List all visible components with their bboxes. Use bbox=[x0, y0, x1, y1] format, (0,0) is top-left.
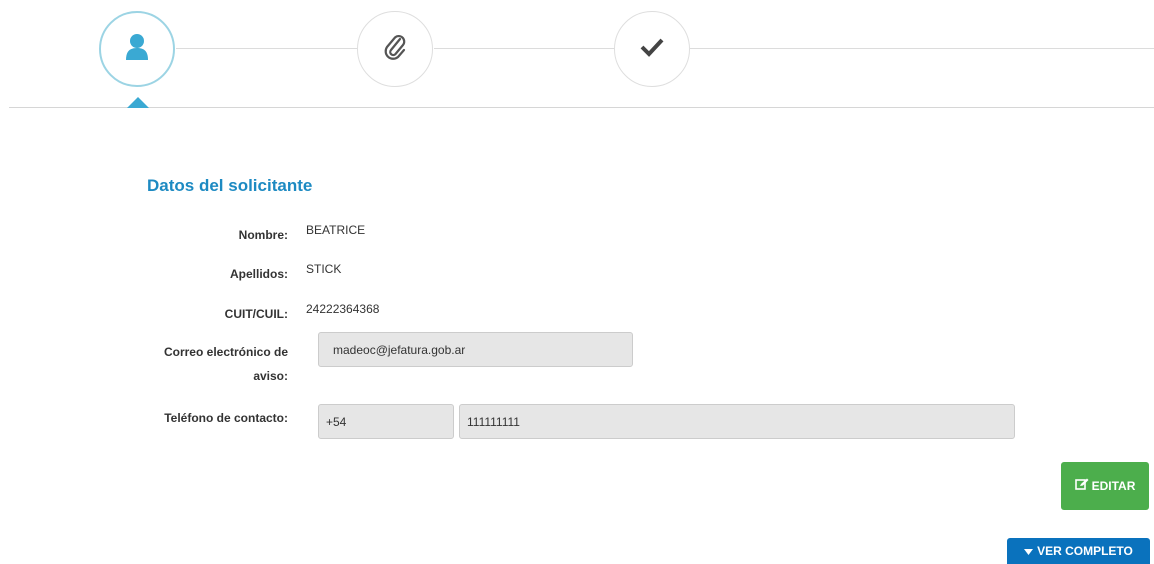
apellidos-label: Apellidos: bbox=[229, 267, 288, 281]
edit-button-label: EDITAR bbox=[1091, 479, 1136, 493]
step-confirmation[interactable] bbox=[614, 11, 690, 87]
correo-label-line2: aviso: bbox=[253, 369, 288, 383]
apellidos-value: STICK bbox=[306, 262, 342, 276]
progress-stepper bbox=[0, 0, 1154, 120]
correo-label: Correo electrónico de aviso: bbox=[100, 342, 288, 386]
checkmark-icon bbox=[640, 37, 664, 62]
stepper-baseline bbox=[9, 107, 1154, 108]
step-connector bbox=[176, 48, 358, 49]
nombre-label: Nombre: bbox=[238, 228, 288, 242]
correo-label-line1: Correo electrónico de bbox=[163, 345, 288, 359]
step-attachments[interactable] bbox=[357, 11, 433, 87]
edit-icon bbox=[1074, 478, 1089, 494]
active-step-pointer bbox=[127, 97, 149, 108]
ver-completo-button[interactable]: VER COMPLETO bbox=[1007, 538, 1150, 564]
phone-number-field[interactable]: 111111111 bbox=[459, 404, 1015, 439]
ver-completo-label: VER COMPLETO bbox=[1037, 544, 1133, 558]
cuit-label: CUIT/CUIL: bbox=[224, 307, 288, 321]
step-connector bbox=[690, 48, 1154, 49]
cuit-value: 24222364368 bbox=[306, 302, 380, 316]
step-personal-data[interactable] bbox=[99, 11, 175, 87]
telefono-label: Teléfono de contacto: bbox=[164, 411, 288, 425]
user-icon bbox=[124, 33, 150, 66]
paperclip-icon bbox=[382, 33, 408, 66]
nombre-value: BEATRICE bbox=[306, 223, 366, 237]
section-title: Datos del solicitante bbox=[147, 176, 313, 195]
edit-button[interactable]: EDITAR bbox=[1061, 462, 1149, 510]
step-connector bbox=[434, 48, 614, 49]
caret-down-icon bbox=[1024, 544, 1034, 558]
email-field[interactable]: madeoc@jefatura.gob.ar bbox=[318, 332, 633, 367]
phone-prefix-field[interactable]: +54 bbox=[318, 404, 454, 439]
